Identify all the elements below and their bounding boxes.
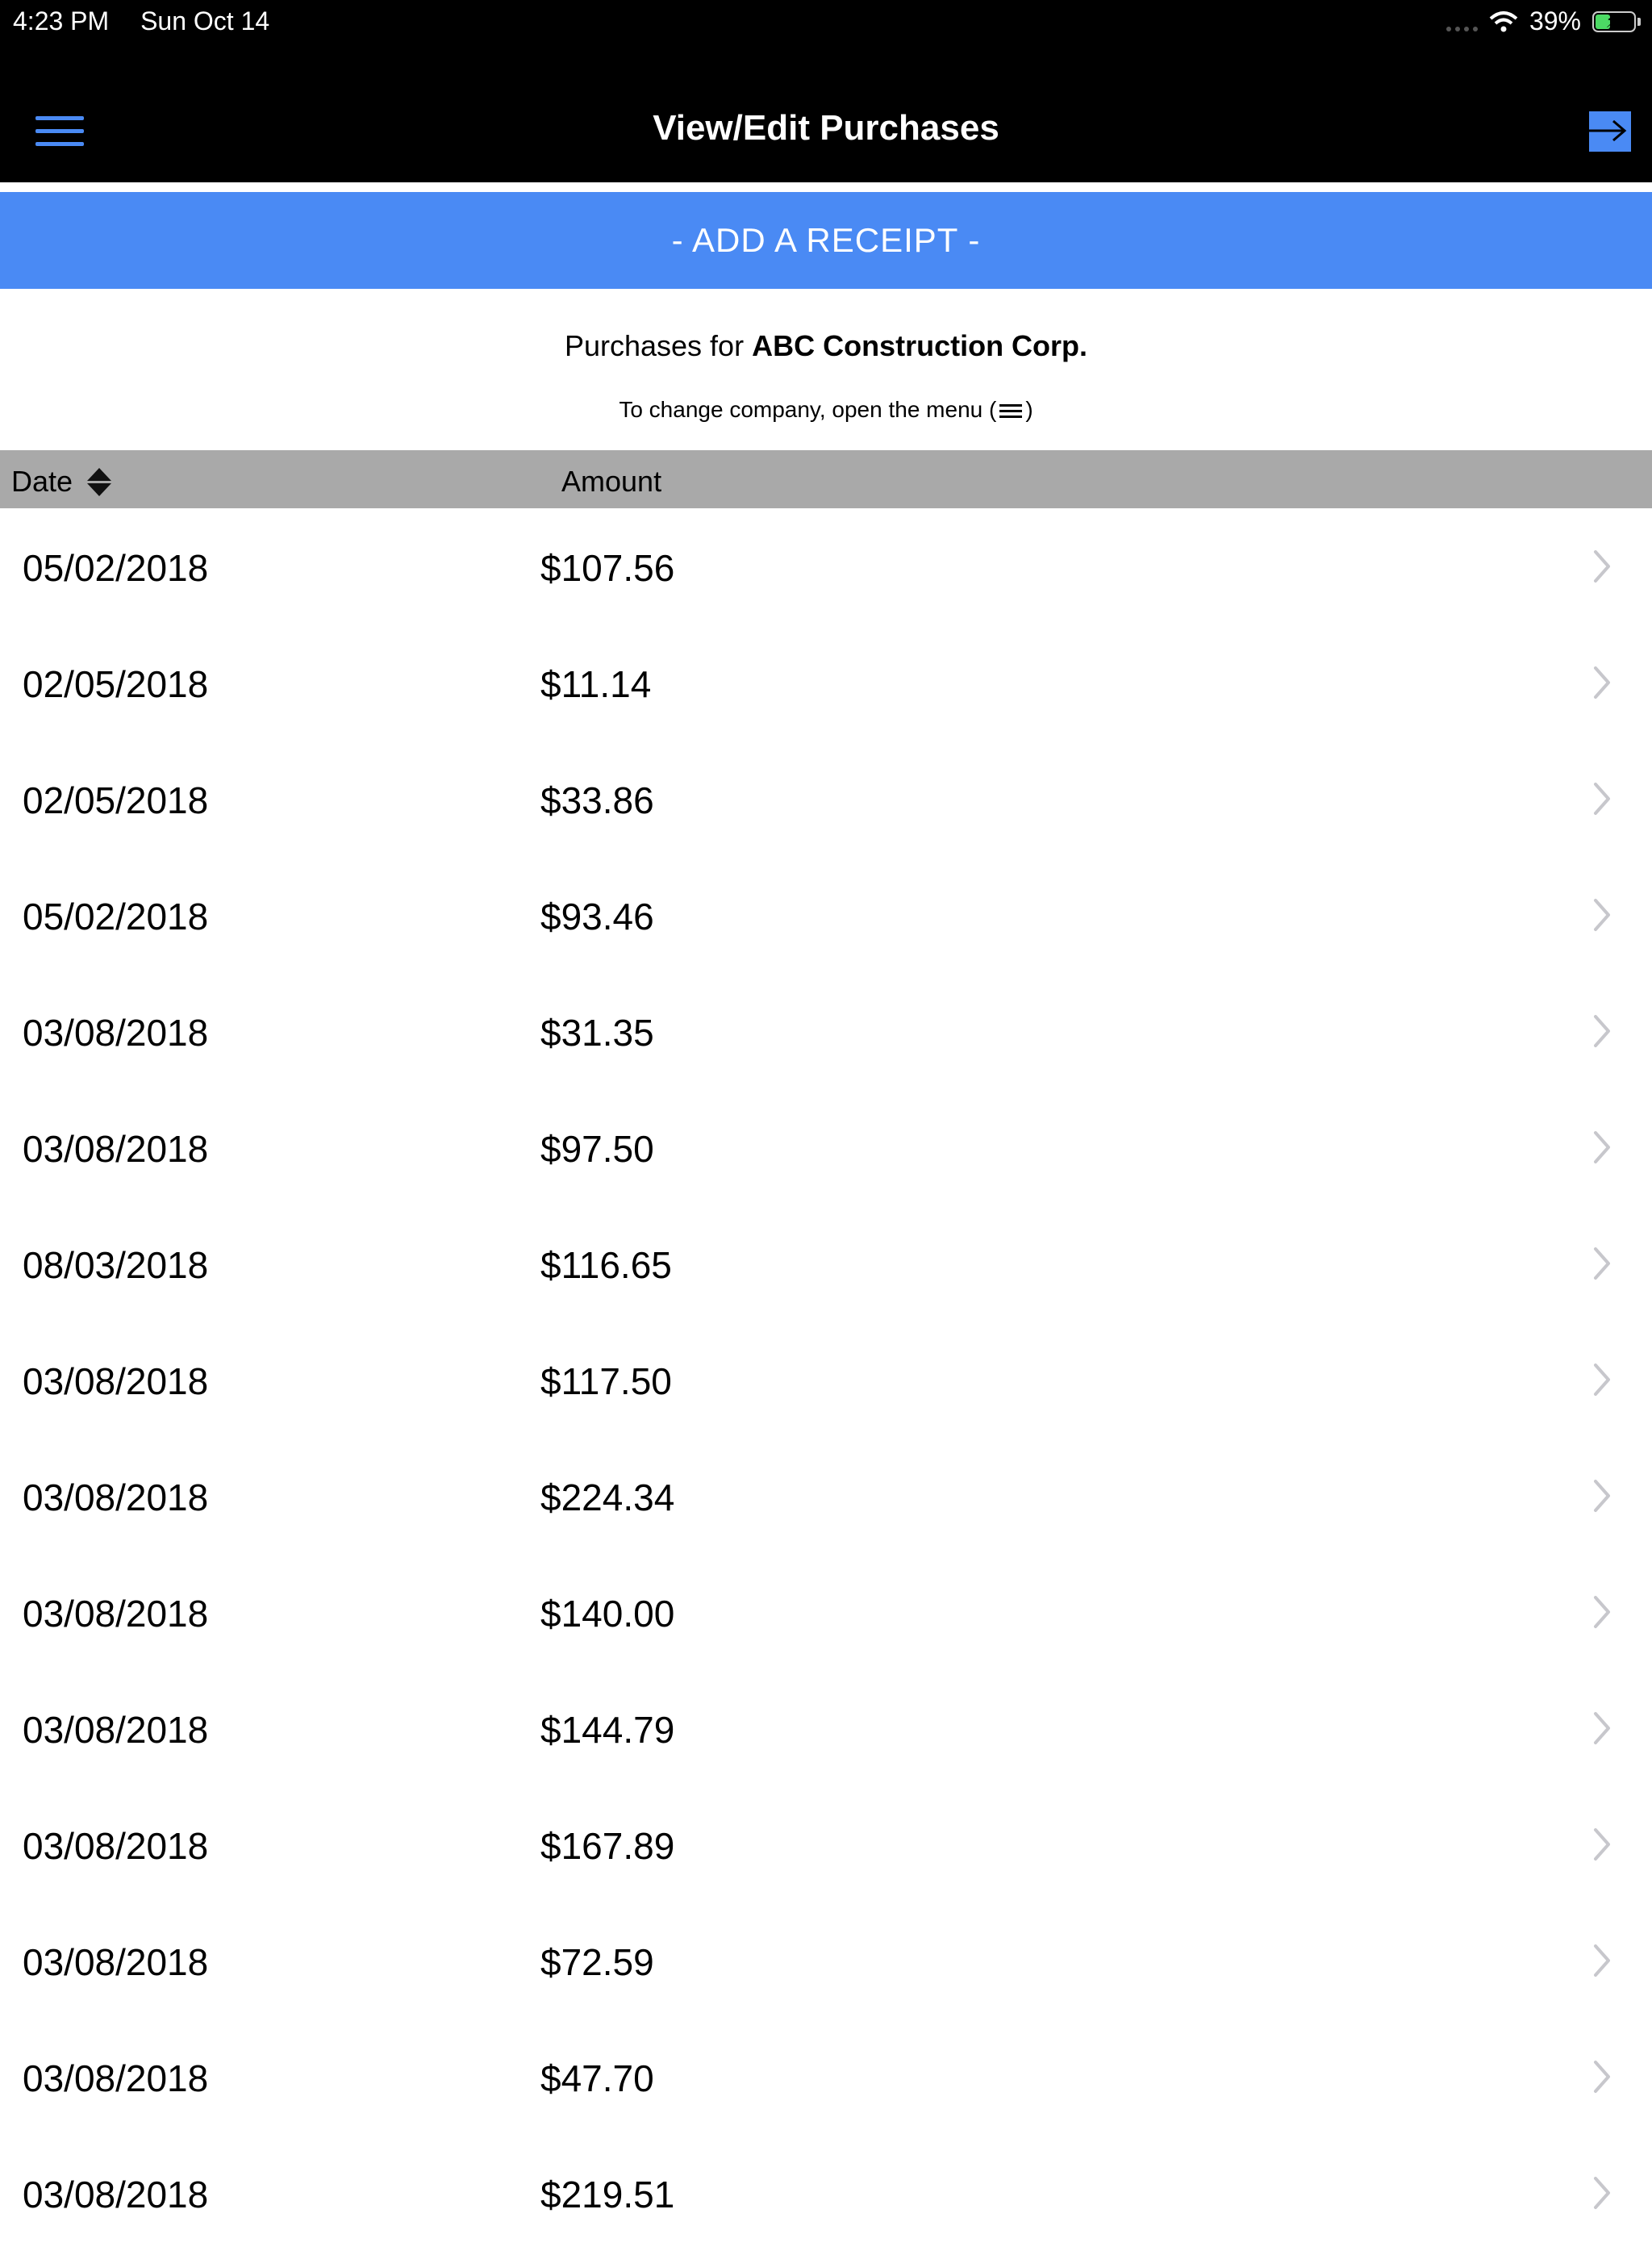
table-row[interactable]: 03/08/2018 $144.79: [0, 1670, 1652, 1786]
row-date: 03/08/2018: [23, 1012, 209, 1054]
row-amount: $107.56: [540, 547, 675, 589]
table-row[interactable]: 03/08/2018 $219.51: [0, 2135, 1652, 2251]
row-amount: $167.89: [540, 1825, 675, 1867]
row-date: 03/08/2018: [23, 1128, 209, 1170]
battery-icon: ⚡: [1592, 10, 1636, 32]
row-amount: $31.35: [540, 1012, 654, 1054]
row-amount: $140.00: [540, 1593, 675, 1635]
chevron-right-icon: [1594, 666, 1610, 699]
logout-arrow-icon: [1579, 119, 1627, 142]
logout-button[interactable]: [1579, 111, 1631, 152]
chevron-right-icon: [1594, 783, 1610, 815]
purchases-company-line: Purchases for ABC Construction Corp.: [0, 329, 1652, 363]
row-date: 05/02/2018: [23, 547, 209, 589]
menu-icon: [999, 401, 1023, 421]
chevron-right-icon: [1594, 1364, 1610, 1396]
row-amount: $33.86: [540, 779, 654, 821]
table-row[interactable]: 03/08/2018 $47.70: [0, 2019, 1652, 2135]
row-amount: $224.34: [540, 1476, 675, 1518]
table-row[interactable]: 03/08/2018 $97.50: [0, 1089, 1652, 1205]
chevron-right-icon: [1594, 1480, 1610, 1512]
chevron-right-icon: [1594, 2177, 1610, 2209]
row-date: 05/02/2018: [23, 896, 209, 938]
chevron-right-icon: [1594, 899, 1610, 931]
date-column-header[interactable]: Date: [11, 465, 112, 499]
table-row[interactable]: 03/08/2018 $167.89: [0, 1786, 1652, 1902]
change-company-hint: To change company, open the menu (): [0, 397, 1652, 423]
table-row[interactable]: 03/08/2018 $117.50: [0, 1322, 1652, 1438]
table-row[interactable]: 05/02/2018 $93.46: [0, 857, 1652, 973]
row-amount: $47.70: [540, 2057, 654, 2099]
chevron-right-icon: [1594, 550, 1610, 583]
chevron-right-icon: [1594, 1828, 1610, 1861]
table-row[interactable]: 03/08/2018 $140.00: [0, 1554, 1652, 1670]
battery-cap: [1637, 17, 1641, 26]
chevron-right-icon: [1594, 1596, 1610, 1628]
row-date: 03/08/2018: [23, 2174, 209, 2216]
purchases-prefix: Purchases for: [564, 329, 745, 362]
chevron-right-icon: [1594, 1015, 1610, 1047]
row-amount: $116.65: [540, 1244, 672, 1286]
hint-text-after: ): [1025, 397, 1033, 422]
table-row[interactable]: 03/08/2018 $72.59: [0, 1902, 1652, 2019]
row-amount: $144.79: [540, 1709, 675, 1751]
row-date: 03/08/2018: [23, 1360, 209, 1402]
row-amount: $117.50: [540, 1360, 672, 1402]
status-time: 4:23 PM: [13, 6, 110, 35]
page-title: View/Edit Purchases: [653, 108, 999, 148]
chevron-right-icon: [1594, 1712, 1610, 1744]
table-row[interactable]: 05/02/2018 $107.56: [0, 508, 1652, 624]
row-date: 03/08/2018: [23, 1593, 209, 1635]
company-name: ABC Construction Corp.: [752, 329, 1088, 362]
table-header: Date Amount: [0, 450, 1652, 508]
sort-icon: [87, 467, 112, 496]
add-receipt-button[interactable]: - ADD A RECEIPT -: [0, 192, 1652, 289]
status-bar: 4:23 PM Sun Oct 14 39% ⚡: [0, 0, 1652, 45]
row-amount: $97.50: [540, 1128, 654, 1170]
status-date: Sun Oct 14: [140, 6, 270, 35]
status-left: 4:23 PM Sun Oct 14: [13, 6, 294, 36]
cellular-signal-icon: [1446, 12, 1478, 31]
status-right: 39% ⚡: [1446, 6, 1641, 36]
row-amount: $219.51: [540, 2174, 675, 2216]
chevron-right-icon: [1594, 1944, 1610, 1977]
table-row[interactable]: 03/08/2018 $31.35: [0, 973, 1652, 1089]
row-date: 02/05/2018: [23, 663, 209, 705]
row-date: 03/08/2018: [23, 1709, 209, 1751]
table-row[interactable]: 08/03/2018 $116.65: [0, 1205, 1652, 1322]
battery-percent: 39%: [1529, 6, 1581, 35]
table-row[interactable]: 03/08/2018 $224.34: [0, 1438, 1652, 1554]
row-date: 03/08/2018: [23, 1825, 209, 1867]
row-date: 03/08/2018: [23, 2057, 209, 2099]
navigation-bar: View/Edit Purchases: [0, 45, 1652, 182]
row-amount: $72.59: [540, 1941, 654, 1983]
purchase-list: 05/02/2018 $107.56 02/05/2018 $11.14 02/05/2…: [0, 508, 1652, 2251]
row-date: 03/08/2018: [23, 1941, 209, 1983]
row-date: 03/08/2018: [23, 1476, 209, 1518]
chevron-right-icon: [1594, 1247, 1610, 1280]
date-header-label: Date: [11, 465, 73, 498]
wifi-icon: [1489, 10, 1518, 31]
amount-column-header: Amount: [561, 465, 662, 498]
chevron-right-icon: [1594, 2061, 1610, 2093]
row-date: 08/03/2018: [23, 1244, 209, 1286]
table-row[interactable]: 02/05/2018 $33.86: [0, 741, 1652, 857]
chevron-right-icon: [1594, 1131, 1610, 1163]
table-row[interactable]: 02/05/2018 $11.14: [0, 624, 1652, 741]
row-amount: $11.14: [540, 663, 652, 705]
charging-bolt-icon: ⚡: [1605, 10, 1619, 32]
row-amount: $93.46: [540, 896, 654, 938]
hint-text-before: To change company, open the menu (: [619, 397, 997, 422]
nav-separator: [0, 182, 1652, 192]
row-date: 02/05/2018: [23, 779, 209, 821]
